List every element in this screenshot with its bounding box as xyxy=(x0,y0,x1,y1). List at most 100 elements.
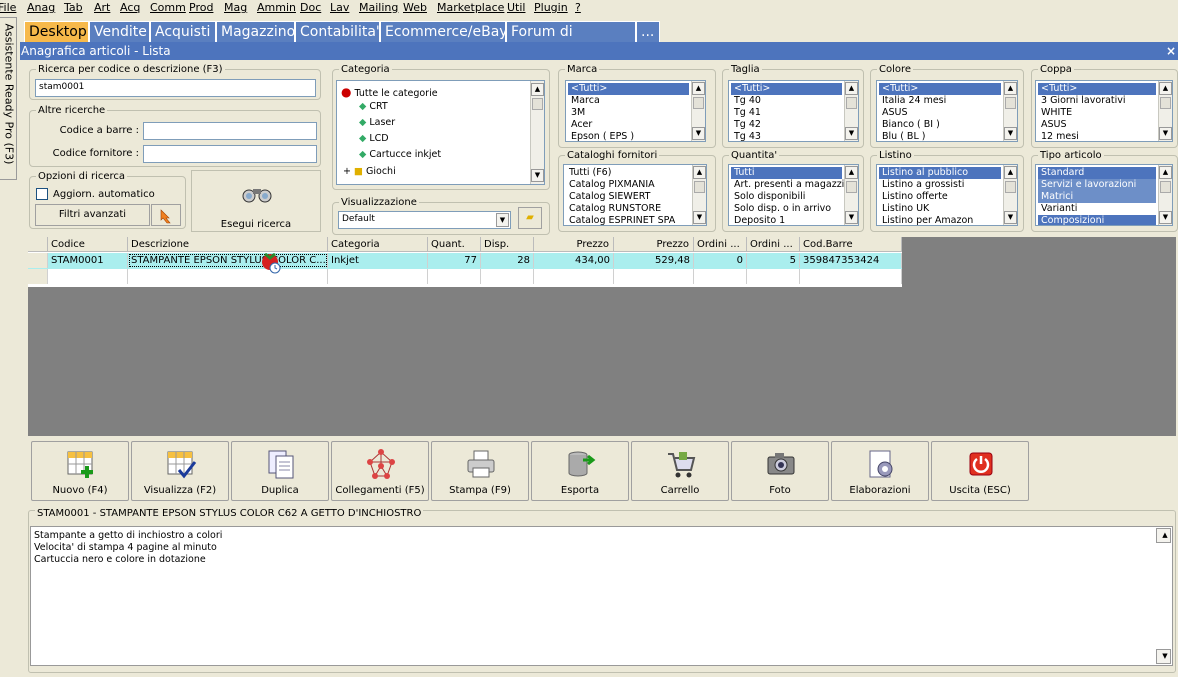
scroll-down-arrow[interactable]: ▼ xyxy=(693,211,706,224)
cell-ordini-2[interactable]: 5 xyxy=(747,253,800,268)
tab-vendite[interactable]: Vendite xyxy=(89,21,150,42)
supplier-catalog-item[interactable]: Catalog SIEWERT xyxy=(566,191,690,203)
barcode-input[interactable] xyxy=(143,122,317,140)
articles-grid[interactable]: Codice Descrizione Categoria Quant. Disp… xyxy=(28,237,902,287)
list-scrollbar[interactable]: ▲ ▼ xyxy=(1158,165,1172,225)
scroll-down-arrow[interactable]: ▼ xyxy=(1004,127,1017,140)
tree-item-crt[interactable]: ◆ CRT xyxy=(359,101,388,112)
empty-cell[interactable] xyxy=(747,269,800,284)
coppa-list-item[interactable]: <Tutti> xyxy=(1038,83,1156,95)
menu-plugin[interactable]: Plugin xyxy=(534,1,568,14)
scroll-up-arrow[interactable]: ▲ xyxy=(845,82,858,95)
scroll-thumb[interactable] xyxy=(846,181,857,193)
cart-button[interactable]: Carrello xyxy=(631,441,729,501)
export-button[interactable]: Esporta xyxy=(531,441,629,501)
table-row[interactable]: STAM0001 STAMPANTE EPSON STYLUS COLOR C.… xyxy=(28,253,902,269)
price-list-item[interactable]: Listino offerte xyxy=(879,191,1001,203)
view-select[interactable]: Default ▼ xyxy=(338,211,511,229)
price-list-list[interactable]: Listino al pubblico Listino a grossisti Li… xyxy=(876,164,1018,226)
menu-file[interactable]: File xyxy=(0,1,16,14)
exit-button[interactable]: Uscita (ESC) xyxy=(931,441,1029,501)
tab-acquisti[interactable]: Acquisti xyxy=(150,21,216,42)
coppa-list-item[interactable]: 12 mesi xyxy=(1038,131,1156,141)
brand-list-item[interactable]: Marca xyxy=(568,95,689,107)
col-header-prezzo[interactable]: Prezzo xyxy=(534,237,614,252)
list-scrollbar[interactable]: ▲ ▼ xyxy=(1003,165,1017,225)
links-button[interactable]: Collegamenti (F5) xyxy=(331,441,429,501)
brand-list[interactable]: <Tutti> Marca 3M Acer Epson ( EPS ) ▲ ▼ xyxy=(565,80,706,142)
brand-list-item[interactable]: <Tutti> xyxy=(568,83,689,95)
empty-cell[interactable] xyxy=(328,269,428,284)
scroll-up-arrow[interactable]: ▲ xyxy=(693,166,706,179)
cell-disp[interactable]: 28 xyxy=(481,253,534,268)
coppa-list[interactable]: <Tutti> 3 Giorni lavorativi WHITE ASUS 12 me… xyxy=(1035,80,1173,142)
scroll-thumb[interactable] xyxy=(1005,181,1016,193)
col-header-ordini-1[interactable]: Ordini ... xyxy=(694,237,747,252)
search-input[interactable]: stam0001 xyxy=(35,79,316,97)
brand-list-item[interactable]: Acer xyxy=(568,119,689,131)
table-row-empty[interactable] xyxy=(28,269,902,285)
scroll-thumb[interactable] xyxy=(1160,97,1171,109)
scroll-thumb[interactable] xyxy=(1160,181,1171,193)
empty-cell[interactable] xyxy=(128,269,328,284)
menu-prod[interactable]: Prod xyxy=(189,1,213,14)
scroll-down-arrow[interactable]: ▼ xyxy=(1156,649,1171,664)
price-list-item[interactable]: Listino UK xyxy=(879,203,1001,215)
cell-quant[interactable]: 77 xyxy=(428,253,481,268)
size-list-item[interactable]: <Tutti> xyxy=(731,83,842,95)
col-header-quant[interactable]: Quant. xyxy=(428,237,481,252)
empty-cell[interactable] xyxy=(48,269,128,284)
empty-cell[interactable] xyxy=(428,269,481,284)
menu-mailing[interactable]: Mailing xyxy=(359,1,398,14)
col-header-disp[interactable]: Disp. xyxy=(481,237,534,252)
coppa-list-item[interactable]: WHITE xyxy=(1038,107,1156,119)
empty-cell[interactable] xyxy=(614,269,694,284)
cell-ordini-1[interactable]: 0 xyxy=(694,253,747,268)
size-list-item[interactable]: Tg 41 xyxy=(731,107,842,119)
cell-codice[interactable]: STAM0001 xyxy=(48,253,128,268)
size-list-item[interactable]: Tg 40 xyxy=(731,95,842,107)
cell-prezzo-2[interactable]: 529,48 xyxy=(614,253,694,268)
scroll-down-arrow[interactable]: ▼ xyxy=(531,169,544,182)
list-scrollbar[interactable]: ▲ ▼ xyxy=(692,165,706,225)
tree-item-all[interactable]: ● Tutte le categorie xyxy=(341,85,438,99)
menu-acq[interactable]: Acq xyxy=(120,1,140,14)
menu-doc[interactable]: Doc xyxy=(300,1,321,14)
chevron-down-icon[interactable]: ▼ xyxy=(496,213,509,227)
menu-lav[interactable]: Lav xyxy=(330,1,349,14)
quantity-list-item[interactable]: Solo disp. o in arrivo xyxy=(731,203,842,215)
description-textarea[interactable]: Stampante a getto di inchiostro a colori… xyxy=(30,526,1173,666)
price-list-item[interactable]: Listino al pubblico xyxy=(879,167,1001,179)
col-header-categoria[interactable]: Categoria xyxy=(328,237,428,252)
scroll-thumb[interactable] xyxy=(532,98,543,110)
menu-web[interactable]: Web xyxy=(403,1,427,14)
empty-cell[interactable] xyxy=(800,269,902,284)
col-header-ordini-2[interactable]: Ordini ... xyxy=(747,237,800,252)
menu-util[interactable]: Util xyxy=(507,1,525,14)
scroll-up-arrow[interactable]: ▲ xyxy=(1004,166,1017,179)
coppa-list-item[interactable]: 3 Giorni lavorativi xyxy=(1038,95,1156,107)
scroll-thumb[interactable] xyxy=(693,97,704,109)
list-scrollbar[interactable]: ▲ ▼ xyxy=(691,81,705,141)
scroll-up-arrow[interactable]: ▲ xyxy=(1159,166,1172,179)
menu-help[interactable]: ? xyxy=(575,1,581,14)
color-list-item[interactable]: <Tutti> xyxy=(879,83,1001,95)
tree-item-cartucce[interactable]: ◆ Cartucce inkjet xyxy=(359,149,441,160)
quantity-list[interactable]: Tutti Art. presenti a magazzino Solo dispo… xyxy=(728,164,859,226)
col-header-prezzo-2[interactable]: Prezzo xyxy=(614,237,694,252)
cell-prezzo[interactable]: 434,00 xyxy=(534,253,614,268)
price-list-item[interactable]: Listino a grossisti xyxy=(879,179,1001,191)
scroll-up-arrow[interactable]: ▲ xyxy=(692,82,705,95)
empty-cell[interactable] xyxy=(694,269,747,284)
article-type-list[interactable]: Standard Servizi e lavorazioni Matrici Vari… xyxy=(1035,164,1173,226)
quantity-list-item[interactable]: Tutti xyxy=(731,167,842,179)
supplier-catalog-item[interactable]: Catalog ESPRINET SPA xyxy=(566,215,690,225)
color-list[interactable]: <Tutti> Italia 24 mesi ASUS Bianco ( BI ) Bl… xyxy=(876,80,1018,142)
tree-item-lcd[interactable]: ◆ LCD xyxy=(359,133,389,144)
menu-comm[interactable]: Comm xyxy=(150,1,186,14)
tree-item-laser[interactable]: ◆ Laser xyxy=(359,117,395,128)
processing-button[interactable]: Elaborazioni xyxy=(831,441,929,501)
assistant-side-tab[interactable]: Assistente Ready Pro (F3) xyxy=(0,17,17,180)
price-list-item[interactable]: Listino per Amazon xyxy=(879,215,1001,225)
size-list[interactable]: <Tutti> Tg 40 Tg 41 Tg 42 Tg 43 ▲ ▼ xyxy=(728,80,859,142)
